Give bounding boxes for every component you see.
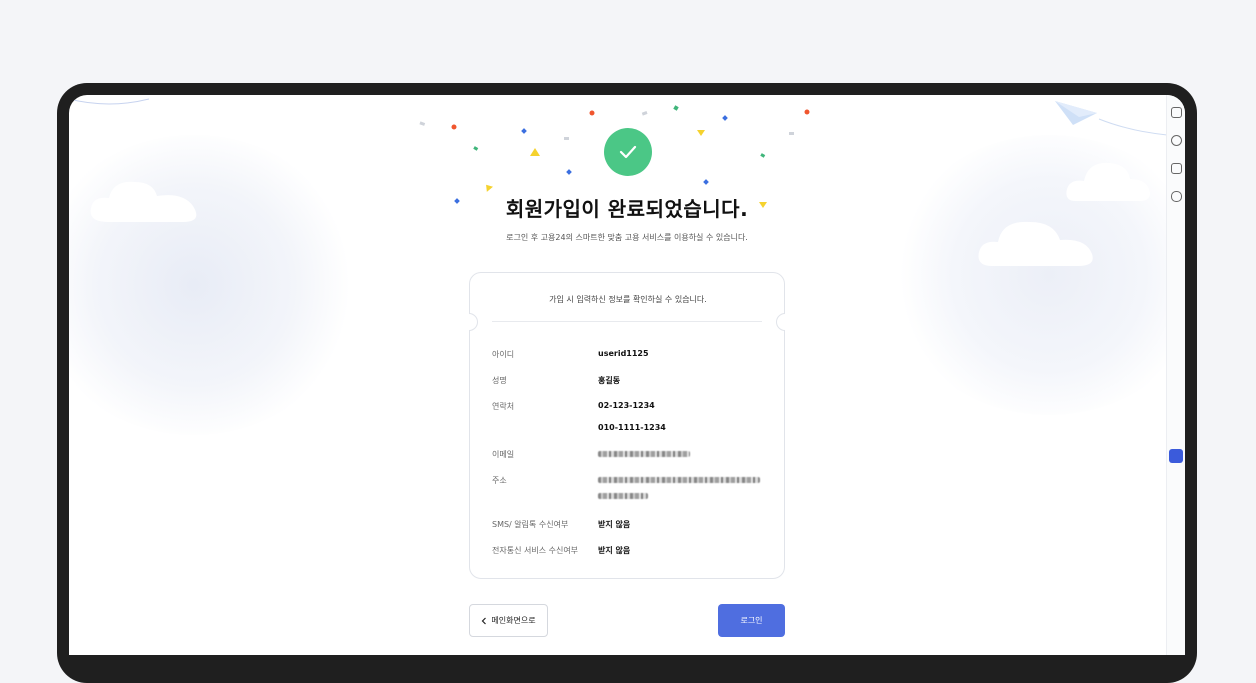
info-label: 주소 [492, 476, 507, 485]
page-subtitle: 로그인 후 고용24의 스마트한 맞춤 고용 서비스를 이용하실 수 있습니다. [506, 233, 748, 242]
info-value: 02-123-1234 [598, 401, 655, 410]
signup-info-card: 가입 시 입력하신 정보를 확인하실 수 있습니다. 아이디 userid112… [469, 272, 785, 579]
card-heading: 가입 시 입력하신 정보를 확인하실 수 있습니다. [549, 295, 707, 304]
screen: 회원가입이 완료되었습니다. 로그인 후 고용24의 스마트한 맞춤 고용 서비… [69, 95, 1185, 655]
blurred-address-value [598, 493, 648, 499]
card-notch-left [469, 313, 478, 331]
back-button-label: 메인화면으로 [491, 616, 536, 625]
side-quick-menu [1166, 95, 1185, 655]
page-title: 회원가입이 완료되었습니다. [505, 197, 749, 221]
info-label: 전자통신 서비스 수신여부 [492, 546, 579, 555]
assistant-icon[interactable] [1169, 449, 1183, 463]
grid-icon[interactable] [1171, 163, 1182, 174]
database-icon[interactable] [1171, 191, 1182, 202]
chat-icon[interactable] [1171, 135, 1182, 146]
info-value: 받지 않음 [598, 546, 631, 555]
info-label: 아이디 [492, 350, 515, 359]
info-label: 성명 [492, 376, 507, 385]
card-notch-right [776, 313, 785, 331]
cloud-icon [69, 98, 150, 105]
info-label: 이메일 [492, 450, 515, 459]
paper-plane-icon [1055, 101, 1168, 136]
quick-menu-icon[interactable] [1171, 107, 1182, 118]
info-value: 010-1111-1234 [598, 423, 666, 432]
login-button[interactable]: 로그인 [718, 604, 785, 637]
card-divider [492, 321, 762, 322]
info-value: 받지 않음 [598, 520, 631, 529]
chevron-left-icon [482, 617, 487, 624]
blurred-email-value [598, 451, 690, 457]
check-icon [619, 145, 637, 159]
success-check-circle [604, 128, 652, 176]
blurred-address-value [598, 477, 760, 483]
info-label: 연락처 [492, 402, 515, 411]
info-label: SMS/ 알림톡 수신여부 [492, 520, 569, 529]
info-value: 홍길동 [598, 376, 621, 385]
back-to-main-button[interactable]: 메인화면으로 [469, 604, 548, 637]
login-button-label: 로그인 [740, 616, 763, 625]
info-value: userid1125 [598, 349, 649, 358]
